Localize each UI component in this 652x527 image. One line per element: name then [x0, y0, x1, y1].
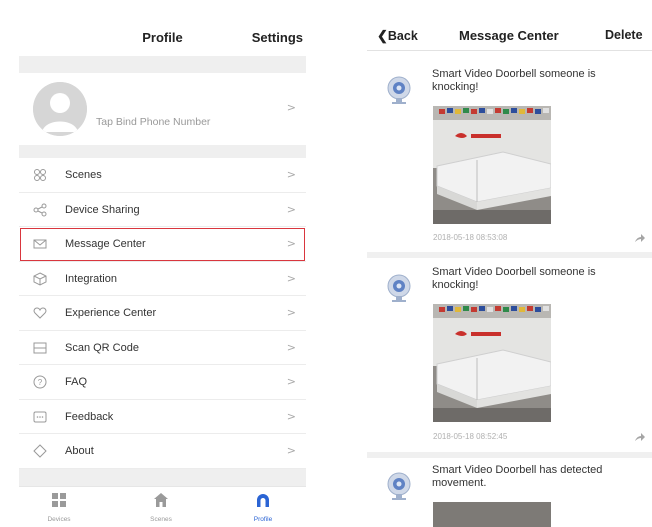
- menu-item-feedback[interactable]: Feedback >: [19, 399, 306, 434]
- menu-item-scenes[interactable]: Scenes >: [19, 158, 306, 193]
- delete-button[interactable]: Delete: [605, 28, 643, 42]
- bind-phone-row[interactable]: Tap Bind Phone Number >: [19, 73, 306, 145]
- scan-icon: [33, 342, 47, 353]
- menu-item-label: Scan QR Code: [65, 341, 139, 354]
- message-divider: [367, 452, 652, 458]
- menu-item-integration[interactable]: Integration >: [19, 261, 306, 296]
- message-text: Smart Video Doorbell has detected moveme…: [432, 464, 603, 489]
- menu-item-label: Device Sharing: [65, 203, 140, 216]
- share-icon: [33, 203, 47, 216]
- back-button[interactable]: ❮Back: [377, 28, 418, 44]
- header-divider: [367, 50, 652, 51]
- menu-item-label: Message Center: [65, 238, 146, 250]
- doorbell-camera-icon: [387, 472, 411, 500]
- heart-icon: [33, 307, 47, 319]
- doorbell-camera-icon: [387, 76, 411, 104]
- page-title: Message Center: [459, 28, 559, 43]
- svg-text:?: ?: [38, 378, 43, 387]
- menu-item-experience-center[interactable]: Experience Center >: [19, 296, 306, 331]
- message-center-screen: ❮Back Message Center Delete Smart Video …: [367, 0, 652, 527]
- forward-icon[interactable]: [635, 433, 645, 441]
- profile-screen: Profile Settings Tap Bind Phone Number >…: [19, 0, 306, 527]
- bind-phone-label: Tap Bind Phone Number: [96, 116, 211, 128]
- tab-profile[interactable]: Profile: [233, 492, 293, 523]
- back-label: Back: [387, 29, 418, 43]
- chevron-right-icon: >: [286, 202, 296, 216]
- tab-label: Devices: [47, 516, 71, 523]
- chevron-right-icon: >: [286, 271, 296, 285]
- envelope-icon: [33, 239, 47, 249]
- scenes-icon: [34, 169, 46, 181]
- section-divider: [19, 145, 306, 158]
- question-icon: ?: [33, 375, 47, 389]
- snapshot-image[interactable]: [433, 502, 551, 527]
- grid-icon: [52, 493, 66, 507]
- chevron-right-icon: >: [286, 306, 296, 319]
- chevron-right-icon: >: [286, 409, 296, 423]
- section-divider: [19, 56, 306, 73]
- chevron-right-icon: >: [286, 340, 296, 354]
- diamond-icon: [33, 444, 47, 458]
- section-divider: [19, 469, 306, 486]
- bottom-tab-bar: Devices Scenes Profile: [19, 486, 306, 527]
- menu-item-label: Experience Center: [65, 307, 157, 319]
- menu-item-faq[interactable]: ? FAQ >: [19, 365, 306, 400]
- menu-item-scan-qr-code[interactable]: Scan QR Code >: [19, 330, 306, 365]
- menu-item-label: Integration: [65, 272, 117, 285]
- menu-item-label: FAQ: [65, 376, 88, 388]
- chevron-left-icon: ❮: [377, 28, 388, 43]
- tab-label: Profile: [253, 516, 273, 523]
- message-text: Smart Video Doorbell someone is knocking…: [432, 266, 596, 291]
- profile-menu: Scenes > Device Sharing > Message Center…: [19, 158, 306, 469]
- message-timestamp: 2018-05-18 08:52:45: [433, 432, 508, 441]
- tab-scenes[interactable]: Scenes: [131, 492, 191, 523]
- avatar: [33, 82, 87, 136]
- message-text: Smart Video Doorbell someone is knocking…: [432, 68, 596, 93]
- feedback-icon: [33, 411, 47, 422]
- snapshot-image[interactable]: [433, 304, 551, 422]
- cube-icon: [33, 271, 47, 286]
- snapshot-image[interactable]: [433, 106, 551, 224]
- profile-icon: [257, 494, 269, 507]
- chevron-right-icon: >: [286, 237, 296, 250]
- chevron-right-icon: >: [286, 375, 296, 388]
- forward-icon[interactable]: [635, 234, 645, 242]
- menu-item-label: Feedback: [65, 410, 114, 423]
- message-divider: [367, 252, 652, 258]
- chevron-right-icon: >: [286, 101, 296, 114]
- menu-item-message-center[interactable]: Message Center >: [19, 227, 306, 262]
- chevron-right-icon: >: [286, 444, 296, 457]
- menu-item-device-sharing[interactable]: Device Sharing >: [19, 192, 306, 227]
- doorbell-camera-icon: [387, 274, 411, 302]
- tab-label: Scenes: [150, 516, 172, 523]
- tab-devices[interactable]: Devices: [29, 492, 89, 523]
- chevron-right-icon: >: [286, 168, 296, 181]
- menu-item-label: About: [65, 445, 94, 457]
- menu-item-label: Scenes: [65, 169, 102, 181]
- settings-button[interactable]: Settings: [252, 30, 303, 45]
- profile-header: Profile Settings: [19, 18, 306, 56]
- menu-item-about[interactable]: About >: [19, 434, 306, 469]
- house-icon: [154, 493, 168, 507]
- message-timestamp: 2018-05-18 08:53:08: [433, 233, 508, 242]
